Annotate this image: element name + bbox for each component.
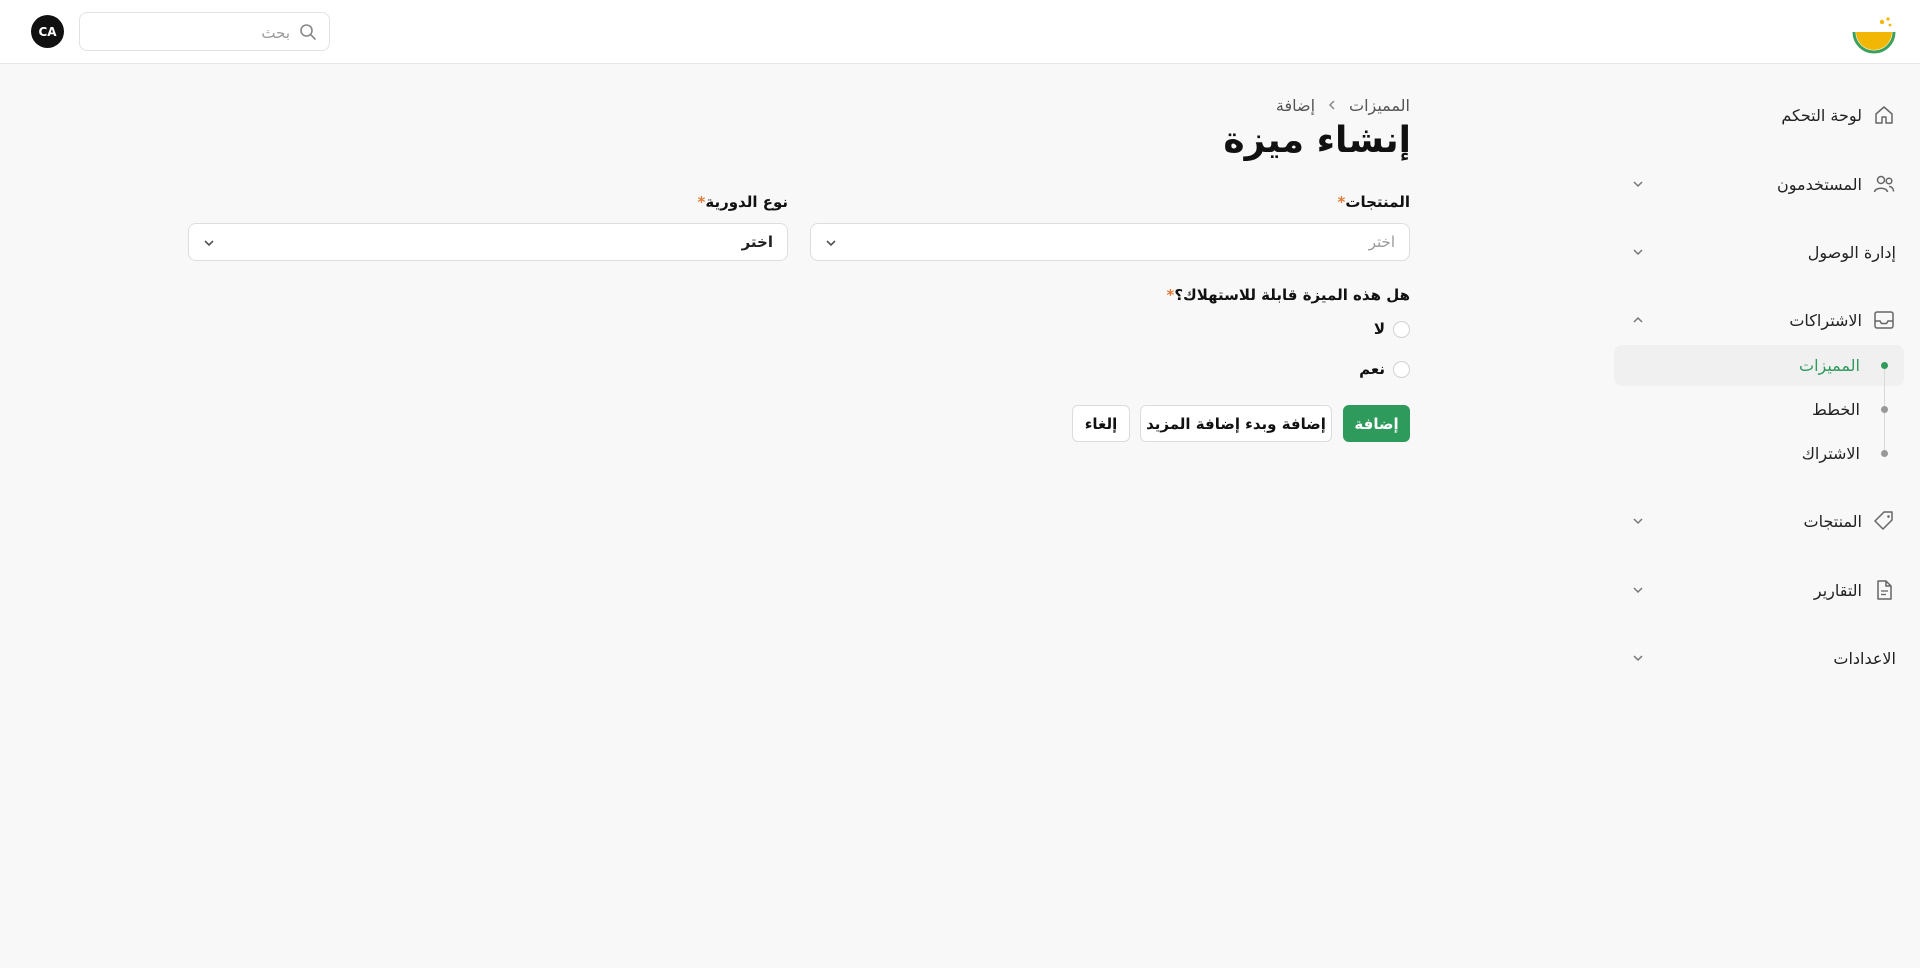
sidebar-item-products[interactable]: المنتجات xyxy=(1626,501,1896,541)
chevron-down-icon xyxy=(1633,249,1643,256)
consumable-question-text: هل هذه الميزة قابلة للاستهلاك؟ xyxy=(1174,286,1410,304)
chevron-down-icon xyxy=(1633,587,1643,594)
add-button[interactable]: إضافة xyxy=(1343,405,1410,442)
inbox-icon xyxy=(1874,311,1894,329)
sidebar-item-label: التقارير xyxy=(1813,580,1862,600)
search-icon xyxy=(300,24,316,40)
consumable-question-label: هل هذه الميزة قابلة للاستهلاك؟* xyxy=(1166,286,1410,308)
sidebar-item-label: الاعدادات xyxy=(1833,648,1896,668)
sidebar-item-settings[interactable]: الاعدادات xyxy=(1626,638,1896,678)
add-and-more-button[interactable]: إضافة وبدء إضافة المزيد xyxy=(1140,405,1332,442)
cycle-type-select-value: اختر xyxy=(741,233,773,251)
chevron-down-icon xyxy=(204,240,214,247)
avatar[interactable]: CA xyxy=(31,15,64,48)
sidebar-item-users[interactable]: المستخدمون xyxy=(1626,164,1896,204)
radio-label-yes: نعم xyxy=(1359,360,1385,378)
submenu-dot xyxy=(1881,406,1888,413)
submenu-active-highlight xyxy=(1614,345,1904,386)
products-select[interactable]: اختر xyxy=(810,223,1410,261)
radio-button[interactable] xyxy=(1393,320,1410,338)
chevron-down-icon xyxy=(1633,518,1643,525)
chevron-up-icon xyxy=(1633,316,1643,323)
sidebar-item-label: الاشتراكات xyxy=(1789,310,1862,330)
radio-label-no: لا xyxy=(1373,320,1385,338)
document-icon xyxy=(1877,580,1892,600)
page-title: إنشاء ميزة xyxy=(1223,120,1411,161)
sidebar-item-label: إدارة الوصول xyxy=(1807,242,1896,262)
cycle-type-select[interactable]: اختر xyxy=(188,223,788,261)
submenu-item-features[interactable]: المميزات xyxy=(1799,350,1860,380)
breadcrumb: المميزات إضافة xyxy=(1276,92,1410,118)
products-field-label: المنتجات* xyxy=(1338,193,1410,215)
radio-option-yes[interactable]: نعم xyxy=(1359,357,1410,381)
app-logo[interactable] xyxy=(1852,14,1896,54)
cycle-type-field-label: نوع الدورية* xyxy=(698,193,789,215)
users-icon xyxy=(1873,175,1895,193)
cycle-type-label-text: نوع الدورية xyxy=(705,193,788,211)
sidebar-item-access-management[interactable]: إدارة الوصول xyxy=(1626,232,1896,272)
chevron-left-icon xyxy=(1328,100,1335,110)
sidebar-item-reports[interactable]: التقارير xyxy=(1626,570,1896,610)
products-label-text: المنتجات xyxy=(1345,193,1410,211)
submenu-item-label: المميزات xyxy=(1799,355,1860,375)
search-box[interactable] xyxy=(79,12,330,52)
cancel-button[interactable]: إلغاء xyxy=(1072,405,1130,442)
sidebar-item-label: لوحة التحكم xyxy=(1781,105,1862,125)
search-input[interactable] xyxy=(88,13,292,52)
sidebar-item-subscriptions[interactable]: الاشتراكات xyxy=(1626,300,1896,340)
chevron-down-icon xyxy=(1633,655,1643,662)
top-bar: CA xyxy=(0,0,1920,64)
radio-option-no[interactable]: لا xyxy=(1374,317,1410,341)
chevron-down-icon xyxy=(826,240,836,247)
submenu-item-label: الاشتراك xyxy=(1801,443,1860,463)
tag-icon xyxy=(1874,511,1893,530)
breadcrumb-parent-link[interactable]: المميزات xyxy=(1349,96,1410,115)
avatar-initials: CA xyxy=(38,24,57,39)
sidebar-item-label: المستخدمون xyxy=(1777,174,1862,194)
submenu-dot-active xyxy=(1881,362,1888,369)
radio-button[interactable] xyxy=(1393,360,1410,378)
submenu-item-plans[interactable]: الخطط xyxy=(1812,394,1860,424)
submenu-item-subscription[interactable]: الاشتراك xyxy=(1802,438,1860,468)
breadcrumb-current: إضافة xyxy=(1275,95,1316,115)
submenu-item-label: الخطط xyxy=(1812,399,1860,419)
sidebar-item-label: المنتجات xyxy=(1803,511,1863,531)
home-icon xyxy=(1875,106,1893,124)
chevron-down-icon xyxy=(1633,181,1643,188)
submenu-dot xyxy=(1881,450,1888,457)
products-select-placeholder: اختر xyxy=(1368,233,1395,251)
sidebar-item-dashboard[interactable]: لوحة التحكم xyxy=(1626,95,1896,135)
